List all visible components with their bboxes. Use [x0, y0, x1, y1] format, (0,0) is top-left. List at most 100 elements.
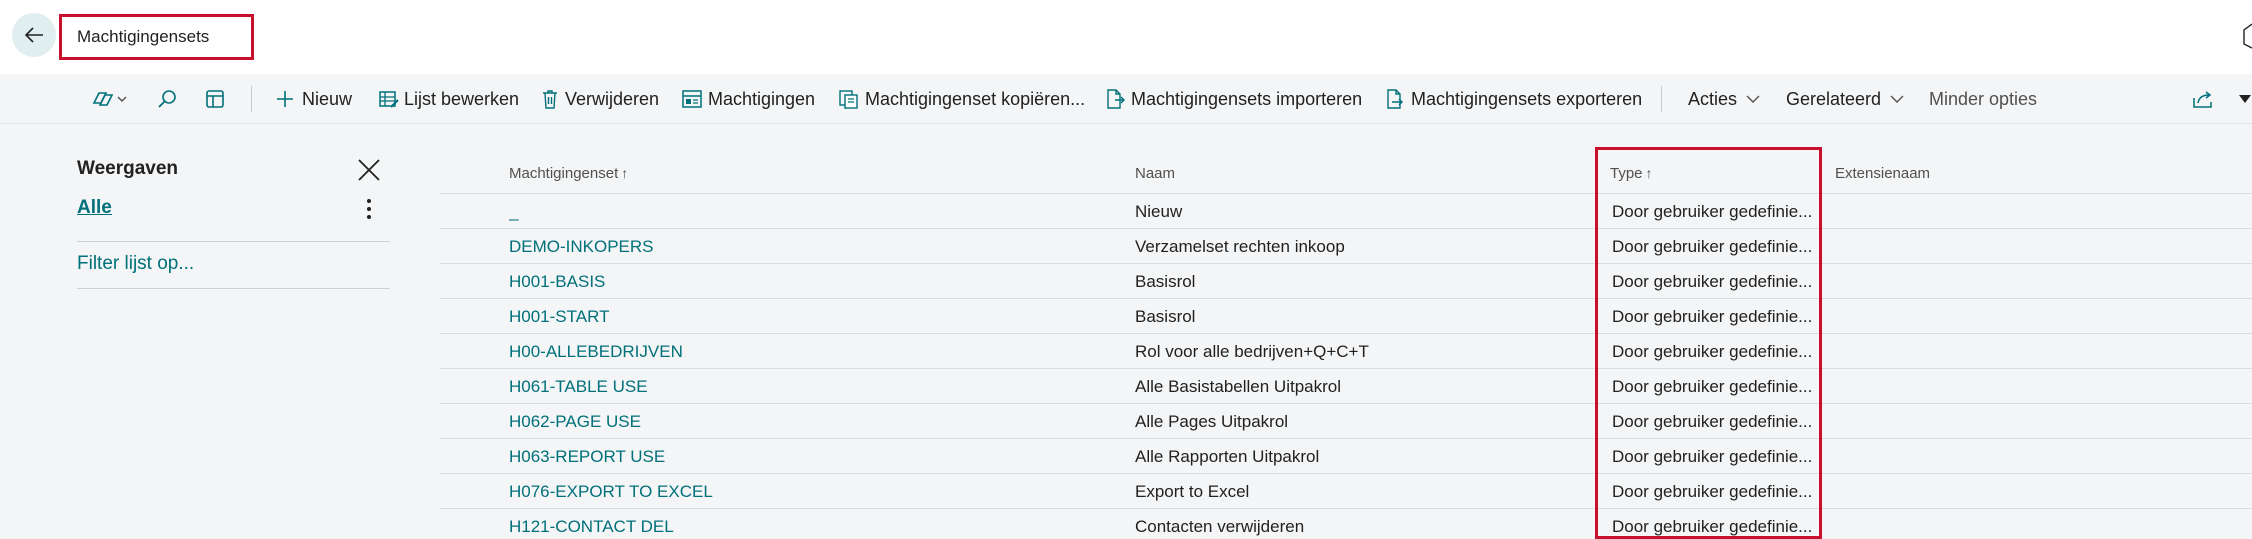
- views-pane: Weergaven Alle Filter lijst op...: [0, 124, 420, 539]
- list-area: Machtigingenset ↑ Naam Type ↑ Extensiena…: [420, 124, 2252, 539]
- collapse-button[interactable]: [2238, 74, 2252, 124]
- column-label: Machtigingenset: [509, 164, 619, 182]
- table-header: Machtigingenset ↑ Naam Type ↑ Extensiena…: [440, 152, 2252, 194]
- back-button[interactable]: [12, 13, 56, 57]
- name-cell: Nieuw: [1135, 201, 1183, 221]
- import-button[interactable]: Machtigingensets importeren: [1104, 74, 1362, 124]
- permission-set-cell[interactable]: H063-REPORT USE: [509, 439, 1109, 474]
- toolbar-separator: [251, 86, 252, 112]
- permission-set-cell[interactable]: H061-TABLE USE: [509, 369, 1109, 404]
- edit-list-label: Lijst bewerken: [404, 88, 520, 109]
- copy-icon: [839, 90, 858, 109]
- type-cell: Door gebruiker gedefinie...: [1612, 481, 1813, 501]
- column-label: Naam: [1135, 164, 1176, 182]
- arrow-left-icon: [24, 27, 43, 43]
- triangle-down-icon: [2239, 95, 2251, 103]
- export-button[interactable]: Machtigingensets exporteren: [1384, 74, 1642, 124]
- extension-name-cell: [1835, 229, 2135, 264]
- page-header: Machtigingensets: [0, 0, 2252, 74]
- table-row[interactable]: H062-PAGE USE Alle Pages Uitpakrol Door ge…: [440, 404, 2252, 439]
- divider: [77, 288, 390, 289]
- search-icon: [158, 90, 176, 108]
- grid-icon: [206, 90, 224, 108]
- copilot-icon: [92, 92, 127, 106]
- table-row[interactable]: H063-REPORT USE Alle Rapporten Uitpakrol D…: [440, 439, 2252, 474]
- name-cell: Export to Excel: [1135, 481, 1250, 501]
- related-menu[interactable]: Gerelateerd: [1786, 74, 1905, 124]
- fewer-options-button[interactable]: Minder opties: [1929, 74, 2037, 124]
- extension-name-cell: [1835, 404, 2135, 439]
- table-row[interactable]: _ Nieuw Door gebruiker gedefinie...: [440, 194, 2252, 229]
- permission-set-cell[interactable]: DEMO-INKOPERS: [509, 229, 1109, 264]
- type-cell: Door gebruiker gedefinie...: [1612, 516, 1813, 536]
- toolbar-separator: [1661, 86, 1662, 112]
- new-label: Nieuw: [302, 88, 353, 109]
- new-button[interactable]: Nieuw: [274, 74, 352, 124]
- type-cell: Door gebruiker gedefinie...: [1612, 201, 1813, 221]
- type-cell: Door gebruiker gedefinie...: [1612, 306, 1813, 326]
- search-button[interactable]: [156, 74, 178, 124]
- actions-label: Acties: [1688, 88, 1738, 109]
- permission-set-cell[interactable]: H121-CONTACT DEL: [509, 509, 1109, 539]
- permission-set-cell[interactable]: H062-PAGE USE: [509, 404, 1109, 439]
- copy-permission-set-button[interactable]: Machtigingenset kopiëren...: [838, 74, 1085, 124]
- column-header-name[interactable]: Naam: [1135, 152, 1175, 194]
- close-icon[interactable]: [356, 157, 382, 183]
- table-row[interactable]: DEMO-INKOPERS Verzamelset rechten inkoop D…: [440, 229, 2252, 264]
- filter-list-link[interactable]: Filter lijst op...: [77, 253, 194, 275]
- type-cell: Door gebruiker gedefinie...: [1612, 411, 1813, 431]
- chevron-down-icon: [1746, 95, 1760, 103]
- column-label: Extensienaam: [1835, 164, 1931, 182]
- name-cell: Contacten verwijderen: [1135, 516, 1305, 536]
- extension-name-cell: [1835, 439, 2135, 474]
- column-header-type[interactable]: Type ↑: [1610, 152, 1653, 194]
- name-cell: Verzamelset rechten inkoop: [1135, 236, 1345, 256]
- column-header-extension-name[interactable]: Extensienaam: [1835, 152, 1930, 194]
- permission-set-cell[interactable]: H00-ALLEBEDRIJVEN: [509, 334, 1109, 369]
- permission-set-cell[interactable]: _: [509, 194, 1109, 229]
- table-row[interactable]: H061-TABLE USE Alle Basistabellen Uitpakr…: [440, 369, 2252, 404]
- permission-set-cell[interactable]: H001-BASIS: [509, 264, 1109, 299]
- extension-name-cell: [1835, 509, 2135, 539]
- import-icon: [1107, 89, 1125, 109]
- table-row[interactable]: H001-START Basisrol Door gebruiker gedefin…: [440, 299, 2252, 334]
- type-cell: Door gebruiker gedefinie...: [1612, 446, 1813, 466]
- type-cell: Door gebruiker gedefinie...: [1612, 236, 1813, 256]
- export-label: Machtigingensets exporteren: [1411, 88, 1643, 109]
- table-row[interactable]: H076-EXPORT TO EXCEL Export to Excel Door …: [440, 474, 2252, 509]
- extension-name-cell: [1835, 264, 2135, 299]
- edit-list-button[interactable]: Lijst bewerken: [378, 74, 519, 124]
- permissions-icon: [682, 90, 702, 108]
- extension-name-cell: [1835, 194, 2135, 229]
- view-all-link[interactable]: Alle: [77, 197, 112, 219]
- type-cell: Door gebruiker gedefinie...: [1612, 341, 1813, 361]
- more-options-icon[interactable]: [363, 196, 375, 222]
- table-row[interactable]: H001-BASIS Basisrol Door gebruiker gedefin…: [440, 264, 2252, 299]
- import-label: Machtigingensets importeren: [1131, 88, 1363, 109]
- permission-set-cell[interactable]: H001-START: [509, 299, 1109, 334]
- trash-icon: [543, 90, 557, 109]
- table-row[interactable]: H00-ALLEBEDRIJVEN Rol voor alle bedrijven…: [440, 334, 2252, 369]
- type-cell: Door gebruiker gedefinie...: [1612, 376, 1813, 396]
- actions-menu[interactable]: Acties: [1688, 74, 1761, 124]
- views-title: Weergaven: [77, 158, 179, 179]
- action-bar: Nieuw Lijst bewerken Verwijderen Machtig…: [0, 74, 2252, 124]
- extension-name-cell: [1835, 474, 2135, 509]
- name-cell: Alle Rapporten Uitpakrol: [1135, 446, 1320, 466]
- layout-button[interactable]: [204, 74, 226, 124]
- permissions-button[interactable]: Machtigingen: [681, 74, 815, 124]
- share-icon: [2193, 91, 2212, 108]
- column-label: Type: [1610, 164, 1643, 182]
- column-header-permission-set[interactable]: Machtigingenset ↑: [509, 152, 628, 194]
- share-button[interactable]: [2191, 74, 2215, 124]
- chevron-down-icon: [1890, 95, 1904, 103]
- extension-name-cell: [1835, 369, 2135, 404]
- copilot-button[interactable]: [90, 74, 130, 124]
- delete-button[interactable]: Verwijderen: [540, 74, 659, 124]
- panel-edge-icon[interactable]: [2238, 22, 2252, 50]
- permission-set-cell[interactable]: H076-EXPORT TO EXCEL: [509, 474, 1109, 509]
- export-icon: [1387, 89, 1403, 109]
- divider: [77, 241, 390, 242]
- extension-name-cell: [1835, 299, 2135, 334]
- table-row[interactable]: H121-CONTACT DEL Contacten verwijderen Doo…: [440, 509, 2252, 539]
